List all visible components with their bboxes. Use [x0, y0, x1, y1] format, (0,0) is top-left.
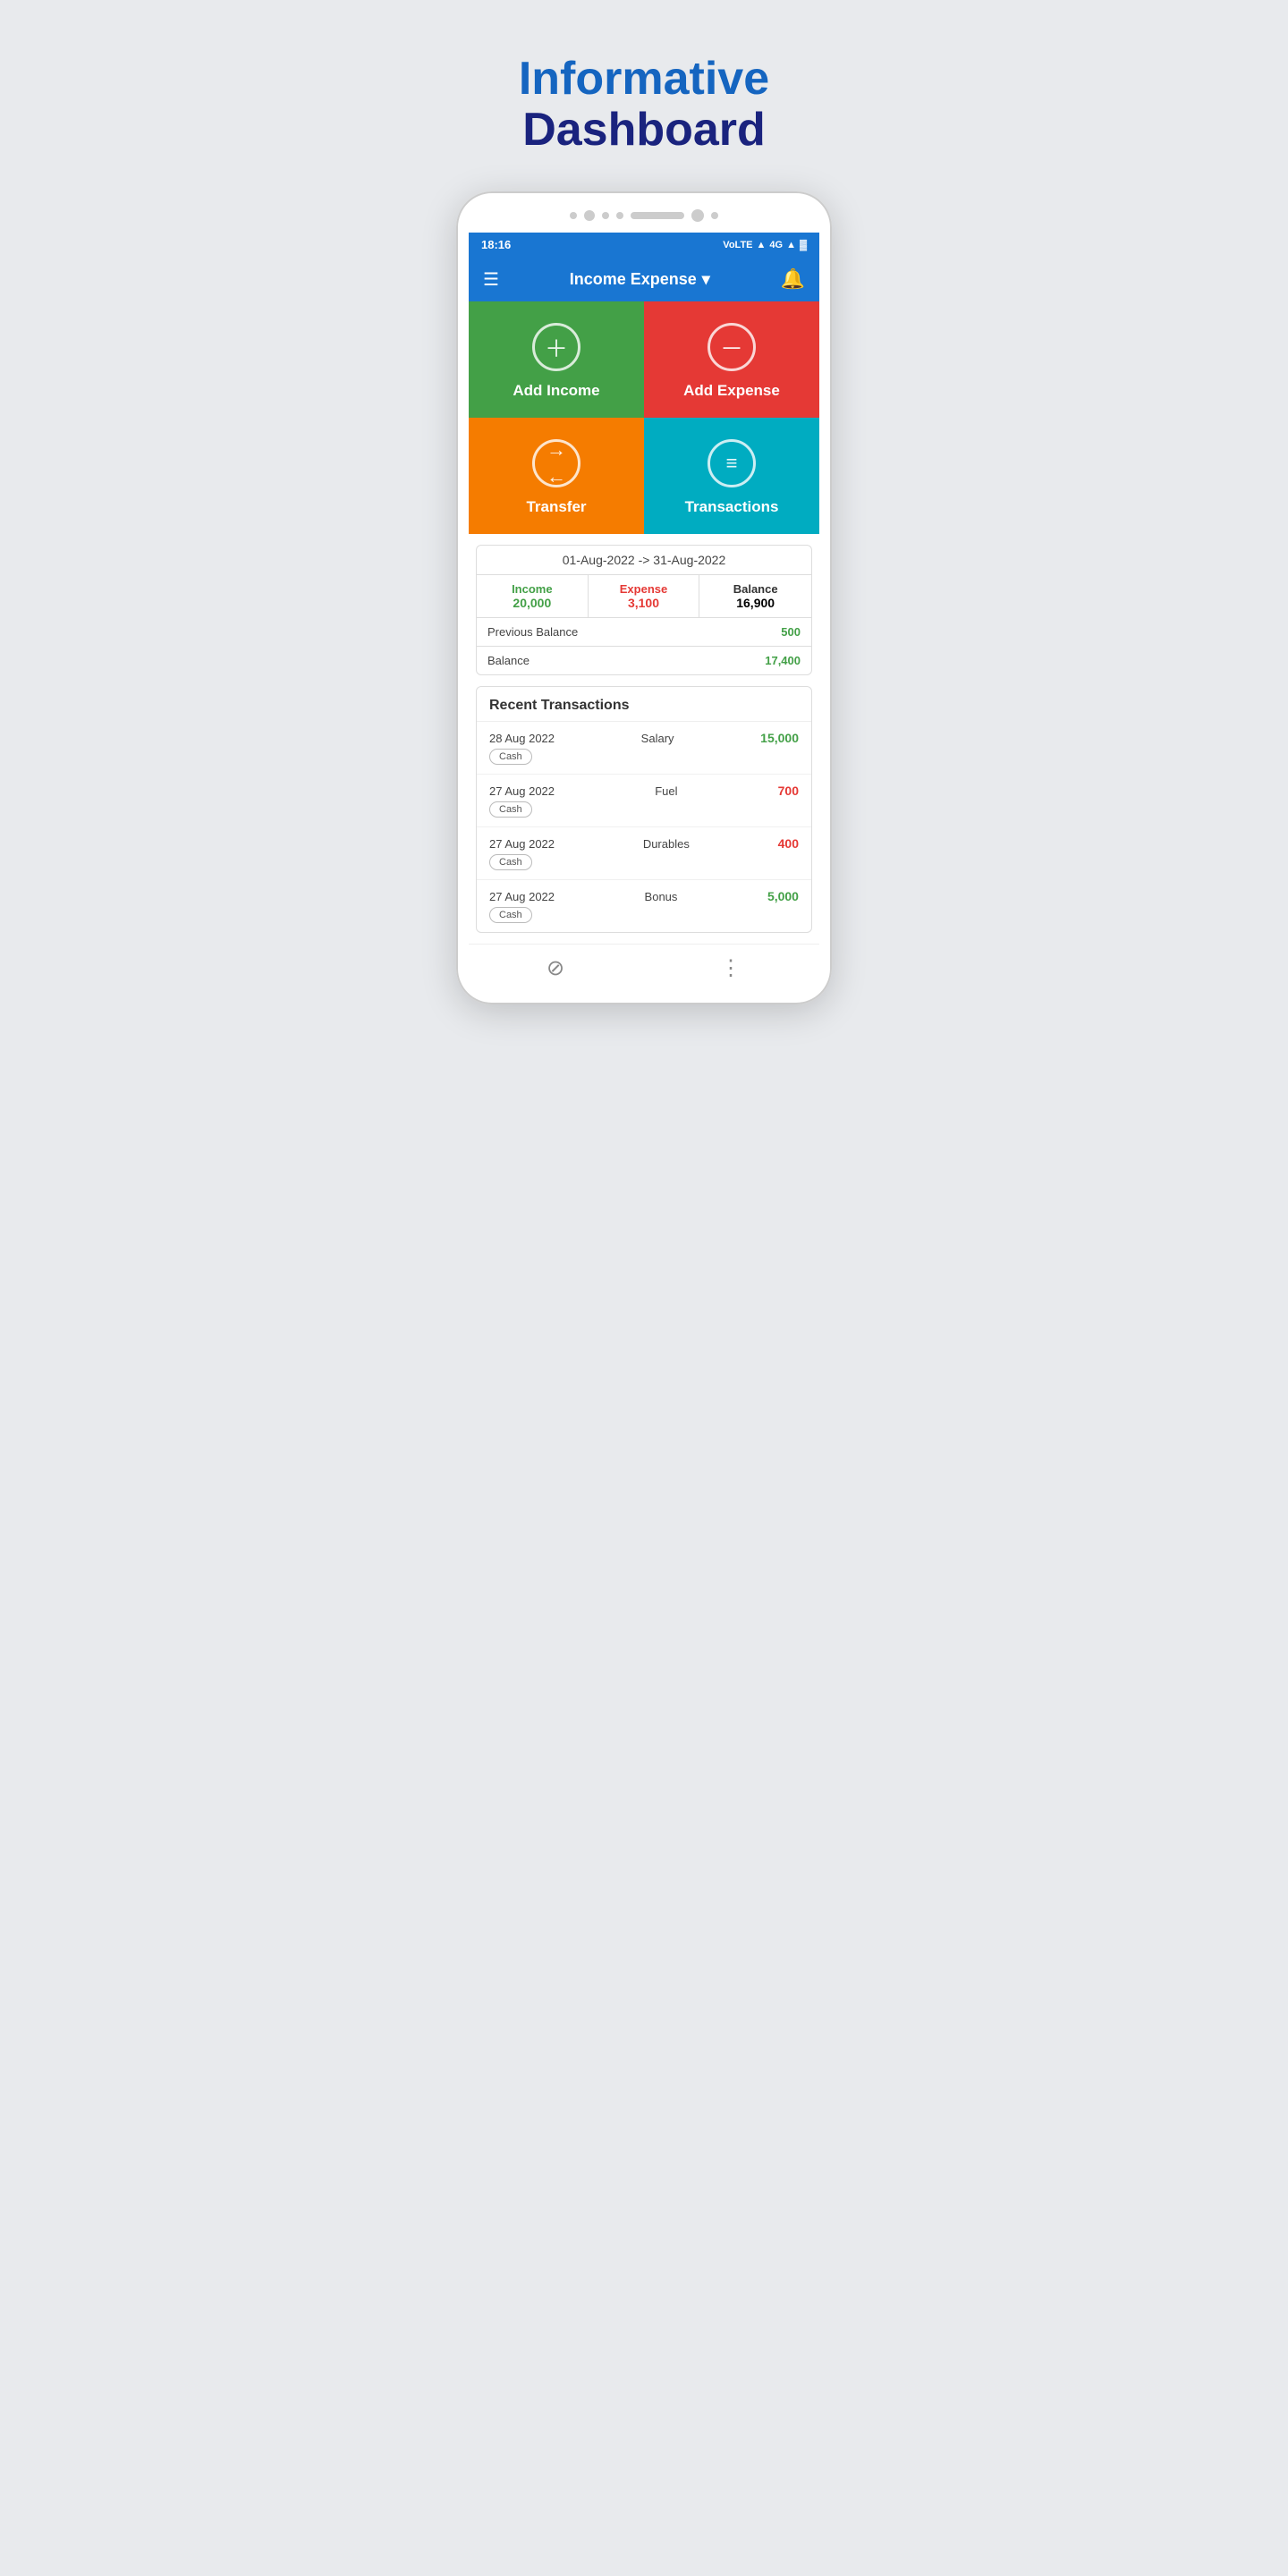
header-dashboard: Dashboard	[519, 105, 769, 156]
transaction-date-4: 27 Aug 2022	[489, 890, 555, 903]
recent-transactions-title: Recent Transactions	[477, 687, 811, 722]
total-balance-row: Balance 17,400	[477, 647, 811, 674]
transactions-label: Transactions	[685, 498, 779, 516]
phone-mockup: 18:16 VoLTE ▲ 4G ▲ ▓ ☰ Income Expense ▾ …	[456, 191, 832, 1004]
phone-camera	[691, 209, 704, 222]
app-bar: ☰ Income Expense ▾ 🔔	[469, 257, 819, 301]
transaction-amount-4: 5,000	[767, 889, 799, 903]
transaction-item[interactable]: 27 Aug 2022 Durables 400 Cash	[477, 827, 811, 880]
balance-value: 16,900	[703, 596, 808, 610]
transaction-name-3: Durables	[643, 837, 690, 851]
transfer-icon: → ←	[532, 439, 580, 487]
signal-icon: ▲	[757, 240, 767, 250]
network-4g-icon: 4G	[769, 240, 783, 250]
transaction-name-4: Bonus	[645, 890, 678, 903]
bottom-nav-right-icon[interactable]: ⋮	[720, 955, 741, 981]
income-col: Income 20,000	[477, 575, 589, 617]
status-icons: VoLTE ▲ 4G ▲ ▓	[723, 240, 807, 250]
transaction-amount-1: 15,000	[760, 731, 799, 745]
summary-row-header: Income 20,000 Expense 3,100 Balance 16,9…	[477, 575, 811, 618]
transactions-button[interactable]: ≡ Transactions	[644, 418, 819, 534]
add-expense-icon: －	[708, 323, 756, 371]
income-label: Income	[480, 582, 584, 596]
battery-icon: ▓	[800, 240, 807, 250]
total-balance-label: Balance	[487, 654, 765, 667]
add-expense-button[interactable]: － Add Expense	[644, 301, 819, 418]
hamburger-icon[interactable]: ☰	[483, 268, 499, 291]
transaction-date-1: 28 Aug 2022	[489, 732, 555, 745]
status-bar: 18:16 VoLTE ▲ 4G ▲ ▓	[469, 233, 819, 257]
recent-transactions-card: Recent Transactions 28 Aug 2022 Salary 1…	[476, 686, 812, 933]
transaction-amount-2: 700	[778, 784, 799, 798]
status-time: 18:16	[481, 238, 511, 251]
volte-icon: VoLTE	[723, 240, 752, 250]
phone-dot-4	[616, 212, 623, 219]
add-income-button[interactable]: ＋ Add Income	[469, 301, 644, 418]
phone-dot-5	[711, 212, 718, 219]
transaction-tag-1: Cash	[489, 749, 532, 765]
transaction-amount-3: 400	[778, 836, 799, 851]
previous-balance-label: Previous Balance	[487, 625, 781, 639]
transaction-name-1: Salary	[641, 732, 674, 745]
add-income-icon: ＋	[532, 323, 580, 371]
transaction-tag-2: Cash	[489, 801, 532, 818]
transfer-button[interactable]: → ← Transfer	[469, 418, 644, 534]
transactions-icon: ≡	[708, 439, 756, 487]
transaction-item[interactable]: 28 Aug 2022 Salary 15,000 Cash	[477, 722, 811, 775]
dropdown-icon[interactable]: ▾	[702, 270, 710, 289]
transaction-row-4: 27 Aug 2022 Bonus 5,000	[489, 889, 799, 903]
phone-speaker	[631, 212, 684, 219]
transaction-tag-3: Cash	[489, 854, 532, 870]
bottom-nav: ⊘ ⋮	[469, 944, 819, 987]
balance-col: Balance 16,900	[699, 575, 811, 617]
transfer-label: Transfer	[526, 498, 586, 516]
balance-label: Balance	[703, 582, 808, 596]
phone-dot-1	[570, 212, 577, 219]
expense-label: Expense	[592, 582, 696, 596]
header-informative: Informative	[519, 54, 769, 105]
phone-dot-3	[602, 212, 609, 219]
phone-top-bar	[469, 209, 819, 222]
expense-value: 3,100	[592, 596, 696, 610]
summary-date: 01-Aug-2022 -> 31-Aug-2022	[477, 546, 811, 575]
summary-card: 01-Aug-2022 -> 31-Aug-2022 Income 20,000…	[476, 545, 812, 675]
transaction-tag-4: Cash	[489, 907, 532, 923]
app-title-text: Income Expense	[570, 270, 697, 289]
transaction-name-2: Fuel	[655, 784, 677, 798]
app-bar-title: Income Expense ▾	[570, 270, 710, 289]
action-grid: ＋ Add Income － Add Expense → ← Transfer	[469, 301, 819, 534]
previous-balance-row: Previous Balance 500	[477, 618, 811, 647]
transaction-row-1: 28 Aug 2022 Salary 15,000	[489, 731, 799, 745]
bottom-nav-left-icon[interactable]: ⊘	[547, 955, 564, 981]
signal2-icon: ▲	[786, 240, 796, 250]
transaction-item[interactable]: 27 Aug 2022 Bonus 5,000 Cash	[477, 880, 811, 932]
expense-col: Expense 3,100	[589, 575, 700, 617]
phone-dot-2	[584, 210, 595, 221]
transaction-row-3: 27 Aug 2022 Durables 400	[489, 836, 799, 851]
page-header: Informative Dashboard	[519, 54, 769, 156]
add-expense-label: Add Expense	[683, 382, 780, 400]
income-value: 20,000	[480, 596, 584, 610]
transaction-item[interactable]: 27 Aug 2022 Fuel 700 Cash	[477, 775, 811, 827]
previous-balance-value: 500	[781, 625, 801, 639]
transaction-date-2: 27 Aug 2022	[489, 784, 555, 798]
transaction-date-3: 27 Aug 2022	[489, 837, 555, 851]
page-wrapper: Informative Dashboard 18:16 VoLTE ▲ 4G ▲…	[420, 36, 868, 1004]
transaction-row-2: 27 Aug 2022 Fuel 700	[489, 784, 799, 798]
bell-icon[interactable]: 🔔	[781, 267, 805, 291]
add-income-label: Add Income	[513, 382, 599, 400]
total-balance-value: 17,400	[765, 654, 801, 667]
